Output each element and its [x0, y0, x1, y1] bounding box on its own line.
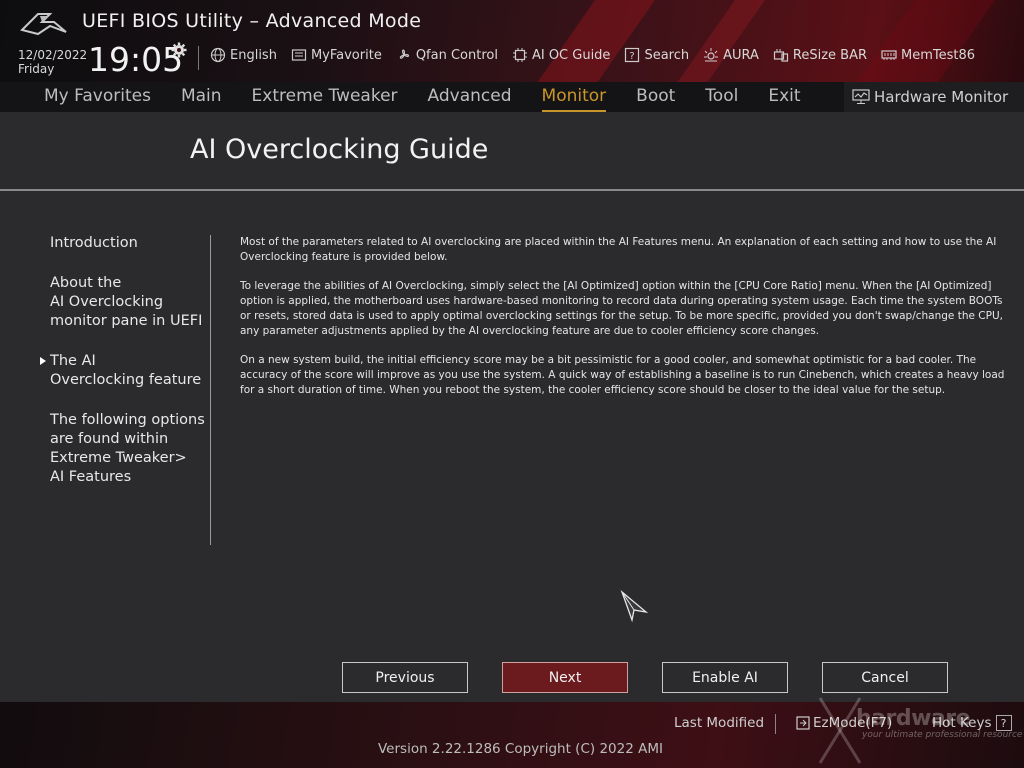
cancel-button[interactable]: Cancel — [822, 662, 948, 693]
last-modified-button[interactable]: Last Modified — [674, 715, 764, 731]
header-decoration — [510, 0, 670, 82]
date-display: 12/02/2022 Friday — [18, 48, 87, 76]
ez-mode-icon — [796, 716, 810, 730]
guide-content: Most of the parameters related to AI ove… — [240, 235, 1016, 412]
main-nav-bar: My Favorites Main Extreme Tweaker Advanc… — [0, 82, 1024, 112]
tab-exit[interactable]: Exit — [768, 84, 800, 112]
tab-boot[interactable]: Boot — [636, 84, 675, 112]
next-button[interactable]: Next — [502, 662, 628, 693]
side-item-about-monitor-pane[interactable]: About the AI Overclocking monitor pane i… — [50, 274, 210, 331]
side-item-introduction[interactable]: Introduction — [50, 234, 210, 253]
tab-advanced[interactable]: Advanced — [428, 84, 512, 112]
qfan-label: Qfan Control — [415, 47, 498, 63]
search-label: Search — [644, 47, 690, 63]
search-button[interactable]: ? Search — [624, 47, 689, 63]
resize-bar-button[interactable]: ReSize BAR — [773, 47, 867, 63]
version-text: Version 2.22.1286 Copyright (C) 2022 AMI — [378, 741, 663, 757]
top-toolbar: English MyFavorite Qfan Control AI OC Gu… — [210, 47, 989, 63]
hardware-monitor-button[interactable]: Hardware Monitor — [844, 82, 1024, 112]
app-title: UEFI BIOS Utility – Advanced Mode — [82, 10, 422, 32]
header-decoration — [830, 0, 1010, 82]
content-paragraph: On a new system build, the initial effic… — [240, 354, 1005, 396]
language-button[interactable]: English — [210, 47, 277, 63]
help-key-icon: ? — [995, 715, 1012, 731]
aura-light-icon — [704, 48, 719, 62]
memory-icon — [881, 50, 897, 60]
rog-logo-icon — [20, 13, 67, 36]
ai-oc-guide-button[interactable]: AI OC Guide — [512, 47, 610, 63]
tab-monitor[interactable]: Monitor — [541, 84, 607, 112]
chip-icon — [512, 48, 527, 62]
watermark-text: hardware — [856, 706, 971, 731]
resize-bar-icon — [773, 49, 789, 62]
tab-my-favorites[interactable]: My Favorites — [44, 84, 151, 112]
page-title: AI Overclocking Guide — [190, 134, 489, 165]
aura-label: AURA — [723, 47, 759, 63]
header-decoration — [650, 0, 780, 82]
gear-icon[interactable] — [171, 42, 187, 58]
footer-divider — [775, 714, 776, 734]
tab-main[interactable]: Main — [181, 84, 222, 112]
day-text: Friday — [18, 62, 55, 76]
favorite-icon — [291, 49, 307, 61]
header-divider — [198, 46, 199, 70]
side-item-extreme-tweaker-options[interactable]: The following options are found within E… — [50, 411, 210, 487]
watermark-subtext: your ultimate professional resource — [862, 730, 1023, 740]
content-paragraph: Most of the parameters related to AI ove… — [240, 236, 997, 263]
help-search-icon: ? — [625, 47, 640, 63]
language-label: English — [230, 47, 277, 63]
qfan-control-button[interactable]: Qfan Control — [396, 47, 498, 63]
fan-icon — [399, 49, 409, 59]
side-item-ai-overclocking-feature[interactable]: The AI Overclocking feature — [40, 352, 210, 390]
tab-extreme-tweaker[interactable]: Extreme Tweaker — [252, 84, 398, 112]
enable-ai-button[interactable]: Enable AI — [662, 662, 788, 693]
side-nav-divider — [210, 235, 211, 545]
resize-bar-label: ReSize BAR — [792, 47, 868, 63]
clock-time: 19:05 — [88, 40, 184, 79]
globe-icon — [210, 47, 226, 63]
myfavorite-button[interactable]: MyFavorite — [291, 47, 382, 63]
monitor-icon — [852, 89, 870, 104]
previous-button[interactable]: Previous — [342, 662, 468, 693]
myfavorite-label: MyFavorite — [310, 47, 382, 63]
svg-text:?: ? — [630, 51, 635, 62]
ai-oc-guide-label: AI OC Guide — [531, 47, 611, 63]
title-divider — [0, 189, 1024, 191]
top-header: UEFI BIOS Utility – Advanced Mode 12/02/… — [0, 0, 1024, 82]
date-text: 12/02/2022 — [18, 48, 88, 62]
mouse-pointer-icon — [620, 590, 648, 622]
guide-button-row: Previous Next Enable AI Cancel — [342, 662, 982, 693]
memtest86-button[interactable]: MemTest86 — [881, 47, 975, 63]
nav-tabs: My Favorites Main Extreme Tweaker Advanc… — [44, 84, 831, 112]
memtest86-label: MemTest86 — [901, 47, 976, 63]
tab-tool[interactable]: Tool — [705, 84, 738, 112]
guide-side-nav: Introduction About the AI Overclocking m… — [40, 234, 210, 508]
aura-button[interactable]: AURA — [703, 47, 759, 63]
content-paragraph: To leverage the abilities of AI Overcloc… — [240, 280, 1003, 337]
hardware-monitor-label: Hardware Monitor — [874, 88, 1009, 106]
guide-panel: AI Overclocking Guide Introduction About… — [0, 112, 1024, 702]
